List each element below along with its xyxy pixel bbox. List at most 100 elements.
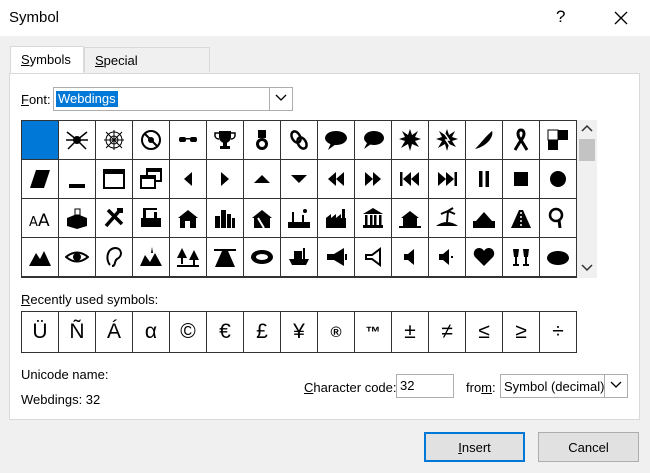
symbol-cell[interactable] (59, 238, 96, 277)
symbol-cell[interactable] (96, 238, 133, 277)
symbol-cell[interactable] (281, 238, 318, 277)
burst-icon (436, 129, 458, 151)
symbol-cell[interactable] (540, 199, 577, 238)
symbol-cell[interactable] (133, 121, 170, 160)
symbol-cell[interactable] (392, 160, 429, 199)
symbol-cell[interactable] (59, 121, 96, 160)
close-button[interactable] (606, 5, 636, 31)
recent-symbol-cell[interactable]: £ (244, 312, 281, 352)
window-icon (103, 169, 125, 189)
symbol-cell[interactable] (466, 121, 503, 160)
symbol-cell[interactable] (429, 160, 466, 199)
symbol-grid[interactable]: AA (21, 120, 577, 278)
megaphone-2-icon (365, 247, 381, 267)
symbol-cell[interactable] (355, 199, 392, 238)
sunglasses-icon (179, 137, 197, 142)
scroll-down-icon[interactable] (581, 264, 593, 272)
symbol-cell[interactable] (392, 199, 429, 238)
font-dropdown-button[interactable] (269, 88, 292, 110)
symbol-cell[interactable] (22, 121, 59, 160)
from-dropdown-button[interactable] (604, 375, 627, 397)
symbol-cell[interactable] (170, 160, 207, 199)
recent-symbol-cell[interactable]: ™ (355, 312, 392, 352)
symbol-cell[interactable] (503, 199, 540, 238)
symbol-cell[interactable] (59, 160, 96, 199)
symbol-cell[interactable] (355, 238, 392, 277)
recent-symbol-cell[interactable]: Ü (22, 312, 59, 352)
recent-symbol-cell[interactable]: € (207, 312, 244, 352)
symbol-cell[interactable] (96, 160, 133, 199)
symbol-cell[interactable] (22, 160, 59, 199)
symbol-cell[interactable] (355, 121, 392, 160)
symbol-cell[interactable] (133, 199, 170, 238)
tab-special-characters[interactable]: Special Characters (84, 47, 210, 93)
symbol-cell[interactable] (392, 238, 429, 277)
symbol-cell[interactable] (59, 199, 96, 238)
symbol-cell[interactable] (22, 238, 59, 277)
symbol-cell[interactable] (133, 160, 170, 199)
symbol-cell[interactable] (503, 160, 540, 199)
font-select[interactable]: Webdings (53, 87, 293, 111)
symbol-cell[interactable] (170, 199, 207, 238)
symbol-cell[interactable] (540, 238, 577, 277)
symbol-cell[interactable] (170, 238, 207, 277)
symbol-cell[interactable] (318, 199, 355, 238)
cheers-icon (513, 249, 529, 266)
symbol-cell[interactable] (392, 121, 429, 160)
recent-symbol-cell[interactable]: ¥ (281, 312, 318, 352)
recent-symbol-cell[interactable]: ® (318, 312, 355, 352)
cancel-button[interactable]: Cancel (538, 432, 639, 462)
symbol-cell[interactable] (244, 199, 281, 238)
recent-symbol-cell[interactable]: ≥ (503, 312, 540, 352)
symbol-cell[interactable] (244, 238, 281, 277)
recent-symbol-cell[interactable]: ÷ (540, 312, 577, 352)
recent-symbol-cell[interactable]: Ñ (59, 312, 96, 352)
character-code-input[interactable]: 32 (396, 374, 454, 398)
scroll-thumb[interactable] (579, 139, 595, 161)
symbol-cell[interactable] (244, 121, 281, 160)
font-aa-icon: AA (29, 211, 50, 230)
symbol-cell[interactable] (96, 199, 133, 238)
symbol-cell[interactable] (503, 238, 540, 277)
tab-symbols[interactable]: Symbols (10, 46, 84, 73)
recent-symbol-cell[interactable]: α (133, 312, 170, 352)
symbol-cell[interactable] (281, 121, 318, 160)
symbol-cell[interactable] (540, 160, 577, 199)
symbol-cell[interactable] (318, 160, 355, 199)
symbol-cell[interactable] (207, 121, 244, 160)
symbol-cell[interactable] (429, 238, 466, 277)
symbol-cell[interactable] (429, 199, 466, 238)
help-button[interactable]: ? (556, 7, 565, 27)
symbol-cell[interactable] (318, 121, 355, 160)
symbol-cell[interactable] (503, 121, 540, 160)
symbol-cell[interactable] (466, 238, 503, 277)
symbol-cell[interactable] (207, 160, 244, 199)
symbol-cell[interactable] (281, 160, 318, 199)
recent-symbol-cell[interactable]: ≤ (466, 312, 503, 352)
symbol-cell[interactable] (540, 121, 577, 160)
symbol-cell[interactable] (318, 238, 355, 277)
chevron-down-icon (610, 381, 622, 388)
scroll-up-icon[interactable] (581, 124, 593, 132)
from-value: Symbol (decimal) (504, 379, 605, 394)
recent-symbol-cell[interactable]: ± (392, 312, 429, 352)
symbol-cell[interactable] (244, 160, 281, 199)
recent-symbol-cell[interactable]: ≠ (429, 312, 466, 352)
recent-symbol-cell[interactable]: © (170, 312, 207, 352)
svg-text:A: A (29, 215, 38, 230)
symbol-grid-scrollbar[interactable] (577, 120, 597, 278)
symbol-cell[interactable] (207, 238, 244, 277)
recent-symbol-cell[interactable]: Á (96, 312, 133, 352)
symbol-cell[interactable] (281, 199, 318, 238)
symbol-cell[interactable] (170, 121, 207, 160)
symbol-cell[interactable] (466, 160, 503, 199)
symbol-cell[interactable] (355, 160, 392, 199)
insert-button[interactable]: Insert (424, 432, 525, 462)
symbol-cell[interactable] (429, 121, 466, 160)
symbol-cell[interactable] (466, 199, 503, 238)
from-select[interactable]: Symbol (decimal) (500, 374, 628, 398)
symbol-cell[interactable] (96, 121, 133, 160)
symbol-cell[interactable] (133, 238, 170, 277)
symbol-cell[interactable] (207, 199, 244, 238)
symbol-cell[interactable]: AA (22, 199, 59, 238)
